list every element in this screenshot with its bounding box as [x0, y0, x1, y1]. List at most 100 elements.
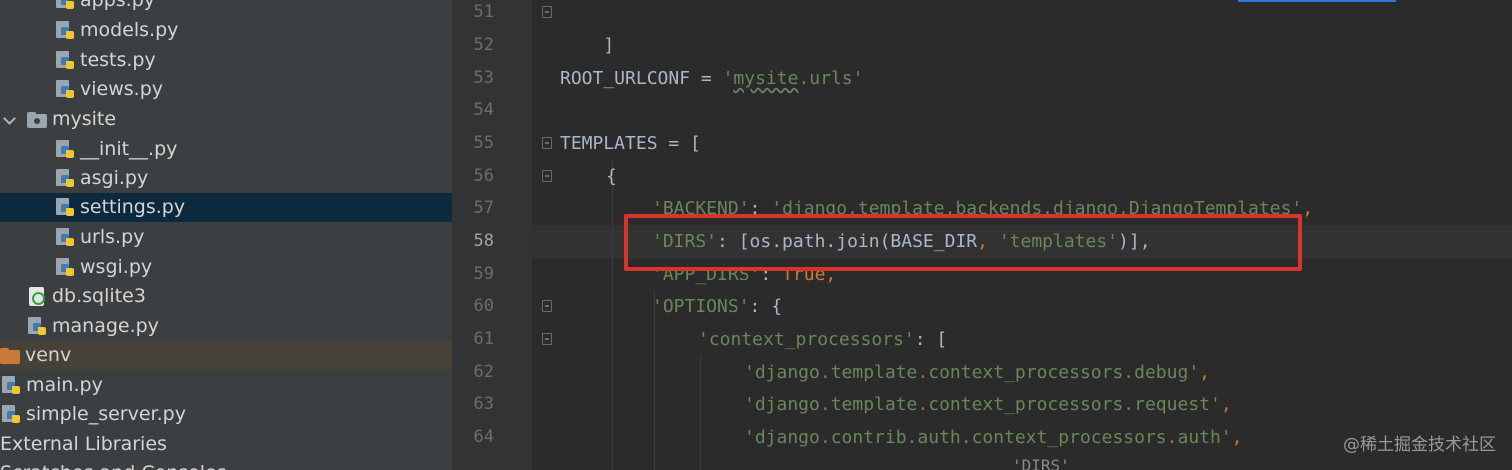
tree-item-label: views.py [80, 78, 163, 100]
python-file-icon [1, 375, 21, 396]
editor-breadcrumb[interactable]: 'DIRS' [1012, 458, 1070, 470]
python-file-icon [55, 168, 75, 189]
code-token: : { [749, 296, 783, 317]
python-file-icon [55, 197, 75, 218]
line-number: 54 [473, 100, 494, 120]
python-file-icon [55, 79, 75, 100]
fold-marker-icon[interactable] [542, 6, 552, 18]
code-token-comma: , [1302, 198, 1314, 219]
chevron-down-icon[interactable] [3, 113, 17, 127]
tree-item-mysite-folder[interactable]: mysite [0, 105, 452, 134]
fold-marker-icon[interactable] [542, 137, 552, 149]
line-number: 53 [473, 68, 494, 88]
package-folder-icon [27, 110, 47, 130]
tree-item-label: models.py [80, 19, 179, 41]
excluded-folder-icon [0, 346, 20, 366]
code-line-60[interactable]: 'OPTIONS': { [652, 290, 782, 323]
code-token: TEMPLATES [560, 133, 669, 154]
tree-item-urls-py[interactable]: urls.py [0, 223, 452, 252]
line-number: 55 [473, 133, 494, 153]
python-file-icon [55, 257, 75, 278]
python-file-icon [27, 316, 47, 337]
python-file-icon [55, 50, 75, 71]
line-number: 61 [473, 329, 494, 349]
line-number: 64 [473, 427, 494, 447]
tree-item-settings-py[interactable]: settings.py [0, 193, 452, 222]
tree-item-views-py[interactable]: views.py [0, 75, 452, 104]
watermark-text: @稀土掘金技术社区 [1343, 435, 1496, 455]
code-token: : [ [914, 329, 948, 350]
code-token-comma: , [1199, 362, 1210, 383]
tree-item-scratches-and-consoles[interactable]: Scratches and Consoles [0, 459, 452, 470]
code-line-61[interactable]: 'context_processors': [ [698, 323, 947, 356]
tree-item-label: manage.py [52, 315, 159, 337]
tree-item-models-py[interactable]: models.py [0, 16, 452, 45]
tree-item-manage-py[interactable]: manage.py [0, 312, 452, 341]
tree-item-label: tests.py [80, 49, 156, 71]
tree-item-asgi-py[interactable]: asgi.py [0, 164, 452, 193]
python-file-icon [55, 139, 75, 160]
tree-item-venv-folder[interactable]: venv [0, 341, 452, 370]
fold-marker-icon[interactable] [542, 170, 552, 182]
tree-item-label: mysite [52, 108, 117, 130]
tree-item-label: Scratches and Consoles [0, 459, 227, 470]
code-token-comma: , [1220, 394, 1232, 415]
python-file-icon [1, 404, 21, 425]
line-number: 63 [473, 394, 494, 414]
code-token-string: 'OPTIONS' [652, 296, 750, 317]
line-number: 52 [473, 35, 494, 55]
code-line-51[interactable]: ] [560, 0, 614, 56]
code-token: ROOT_URLCONF [560, 68, 701, 89]
line-number: 51 [473, 2, 494, 22]
code-token: { [606, 166, 617, 187]
tree-item-init-py[interactable]: __init__.py [0, 135, 452, 164]
tree-item-main-py[interactable]: main.py [0, 371, 452, 400]
line-number-current: 58 [473, 231, 494, 251]
tree-item-simple-server-py[interactable]: simple_server.py [0, 400, 452, 429]
database-file-icon [27, 286, 47, 307]
code-line-56[interactable]: { [606, 160, 617, 193]
indent-guide [700, 355, 701, 470]
tree-item-apps-py[interactable]: apps.py [0, 0, 452, 15]
tree-item-label: simple_server.py [26, 403, 186, 425]
tab-underline-accent [1238, 0, 1396, 2]
tree-item-label: apps.py [80, 0, 156, 11]
code-token-string: .urls' [798, 68, 864, 89]
code-token: ] [603, 35, 615, 56]
code-line-55[interactable]: TEMPLATES = [ [560, 127, 701, 160]
code-token-string: 'django.template.context_processors.debu… [744, 362, 1200, 383]
tree-item-label: External Libraries [0, 433, 167, 455]
tree-item-label: venv [25, 344, 72, 366]
code-token-string: 'django.template.context_processors.requ… [744, 394, 1221, 415]
tree-item-label: __init__.py [80, 138, 178, 160]
fold-marker-icon[interactable] [542, 300, 552, 312]
code-line-53[interactable]: ROOT_URLCONF = 'mysite.urls' [560, 62, 863, 95]
fold-marker-icon[interactable] [542, 333, 552, 345]
tree-item-label: db.sqlite3 [52, 285, 146, 307]
tree-item-tests-py[interactable]: tests.py [0, 46, 452, 75]
tree-item-external-libraries[interactable]: External Libraries [0, 430, 452, 459]
code-token-string: 'context_processors' [698, 329, 915, 350]
code-token: = [ [668, 133, 701, 154]
tree-item-label: asgi.py [80, 167, 149, 189]
code-token-comma: , [1231, 427, 1243, 448]
line-number: 60 [473, 296, 494, 316]
line-number: 59 [473, 264, 494, 284]
python-file-icon [55, 0, 75, 11]
line-number: 57 [473, 198, 494, 218]
code-line-63[interactable]: 'django.template.context_processors.requ… [744, 388, 1232, 421]
tree-item-label: settings.py [80, 196, 186, 218]
tree-item-wsgi-py[interactable]: wsgi.py [0, 253, 452, 282]
annotation-highlight-box [624, 214, 1302, 271]
line-number: 62 [473, 362, 494, 382]
code-line-62[interactable]: 'django.template.context_processors.debu… [744, 356, 1210, 389]
code-line-64[interactable]: 'django.contrib.auth.context_processors.… [744, 421, 1243, 454]
tree-item-label: urls.py [80, 226, 145, 248]
python-file-icon [55, 227, 75, 248]
python-file-icon [55, 20, 75, 41]
project-tree-panel: apps.py models.py tests.py views.py mysi… [0, 0, 452, 470]
tree-item-db-sqlite3[interactable]: db.sqlite3 [0, 282, 452, 311]
code-token-string: 'django.contrib.auth.context_processors.… [744, 427, 1232, 448]
code-token-string-typo: mysite [733, 68, 799, 89]
line-number: 56 [473, 166, 494, 186]
